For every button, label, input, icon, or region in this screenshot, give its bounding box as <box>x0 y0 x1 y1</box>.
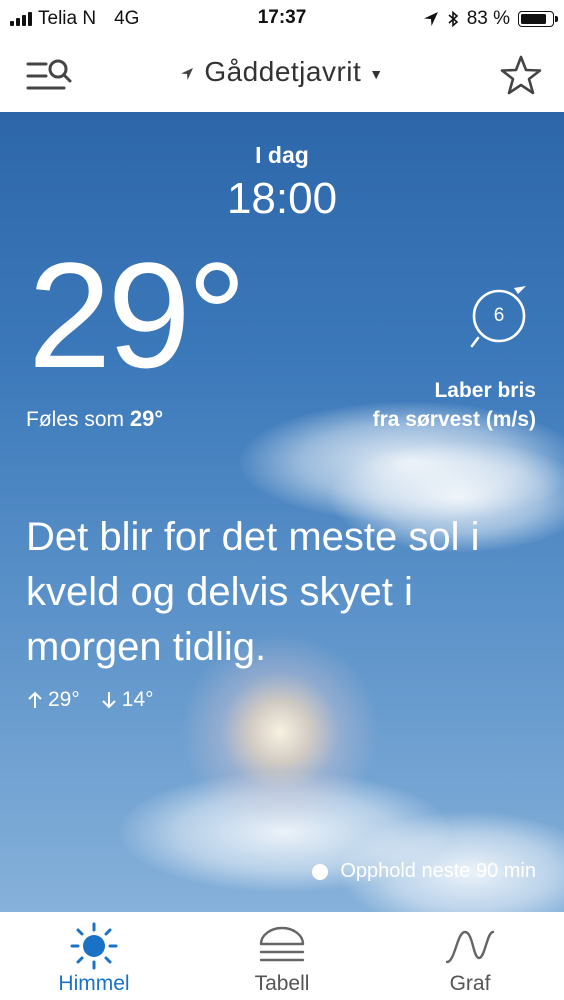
wind-strength: Laber bris <box>434 379 536 402</box>
min-temperature: 14° <box>121 688 154 711</box>
forecast-time: 18:00 <box>226 174 338 223</box>
status-right: 83 % <box>423 8 558 30</box>
feels-like: Føles som 29° <box>26 406 163 432</box>
status-bar: Telia N 4G 17:37 83 % <box>0 0 564 36</box>
graph-icon <box>445 930 495 964</box>
precipitation-text: Opphold neste 90 min <box>340 860 536 882</box>
sky-forecast-panel: I dag 18:00 29° Føles som 29° 6 Laber br… <box>0 112 564 912</box>
tab-tabell[interactable]: Tabell <box>188 912 376 1000</box>
current-temperature: 29° <box>28 231 247 399</box>
forecast-day: I dag <box>255 142 309 168</box>
battery-percent: 83 % <box>466 8 510 29</box>
location-selector[interactable]: Gåddetjavrit ▼ <box>0 56 564 88</box>
arrow-down-icon <box>102 692 116 709</box>
precipitation-nowcast[interactable]: Opphold neste 90 min <box>312 860 536 883</box>
arrow-up-icon <box>28 691 42 708</box>
battery-icon <box>518 11 558 27</box>
forecast-summary: Det blir for det meste sol i kveld og de… <box>26 515 480 669</box>
favorite-button[interactable] <box>500 54 542 96</box>
tab-himmel[interactable]: Himmel <box>0 912 188 1000</box>
wind-direction: fra sørvest (m/s) <box>372 408 536 431</box>
chevron-down-icon: ▼ <box>369 65 384 82</box>
tab-graf[interactable]: Graf <box>376 912 564 1000</box>
bluetooth-icon <box>448 10 458 28</box>
battery-fill <box>521 14 546 24</box>
location-arrow-icon <box>181 67 194 80</box>
wind-speed: 6 <box>493 305 505 326</box>
app-header: Gåddetjavrit ▼ <box>0 36 564 112</box>
tab-label: Himmel <box>58 972 130 995</box>
precipitation-dot-icon <box>312 863 329 880</box>
table-icon <box>259 926 305 962</box>
sun-icon <box>70 922 118 970</box>
location-name: Gåddetjavrit <box>204 56 362 87</box>
max-temperature: 29° <box>48 688 80 711</box>
feels-like-label: Føles som <box>26 408 125 431</box>
bottom-tab-bar: Himmel Tabell Graf <box>0 912 564 1000</box>
min-max-temperature: 29° 14° <box>28 688 154 712</box>
location-services-icon <box>423 12 438 26</box>
star-icon <box>500 55 542 95</box>
tab-label: Tabell <box>254 972 310 995</box>
tab-label: Graf <box>449 972 491 995</box>
feels-like-value: 29° <box>129 406 164 431</box>
wind-description: Laber bris fra sørvest (m/s) <box>373 376 536 434</box>
